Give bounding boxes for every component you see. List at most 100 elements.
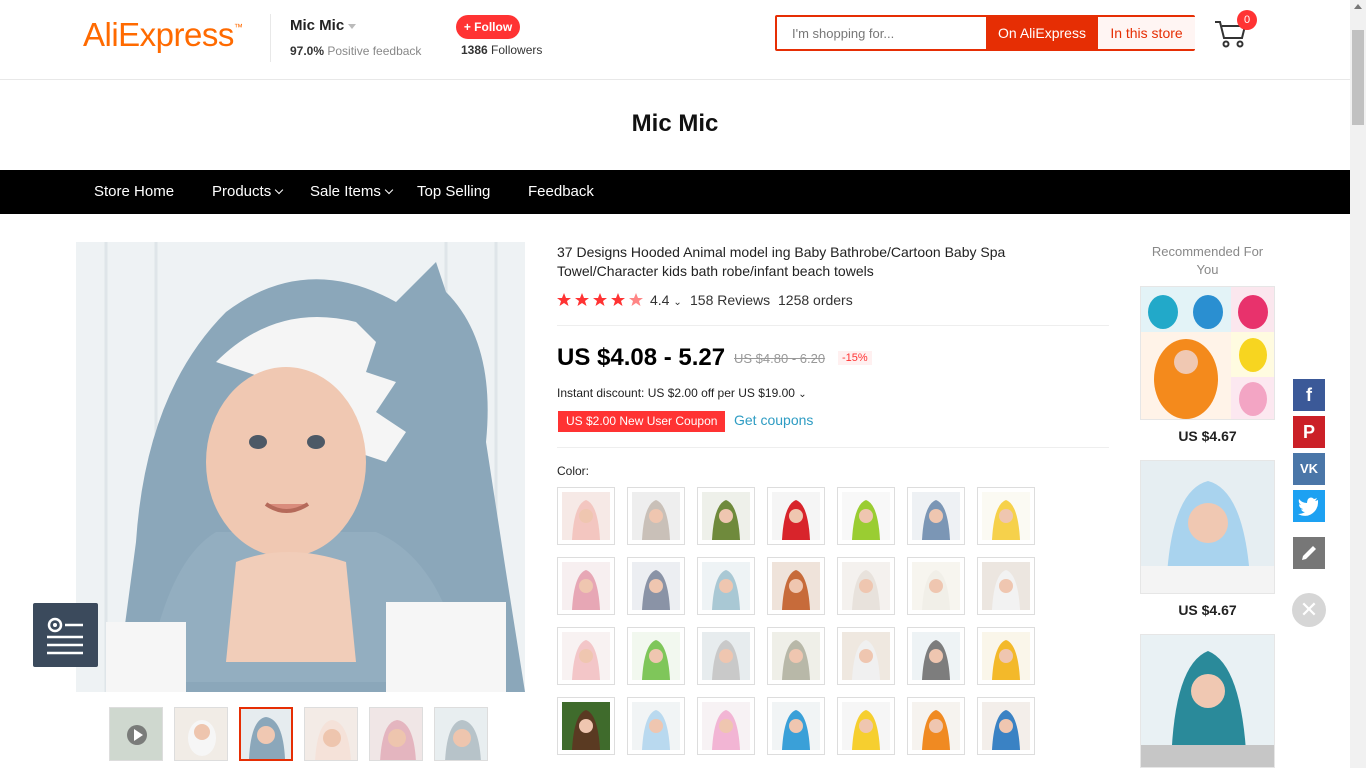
feedback-label: Positive feedback [327, 44, 422, 58]
color-swatch-image [562, 632, 610, 680]
twitter-icon [1298, 497, 1318, 516]
main-product-image[interactable] [76, 242, 525, 692]
color-swatch-image [982, 702, 1030, 750]
color-swatch[interactable] [977, 557, 1035, 615]
nav-store-home[interactable]: Store Home [94, 170, 174, 214]
color-swatch-image [562, 492, 610, 540]
baby-shark-robe-photo [76, 242, 525, 692]
thumbnail[interactable] [109, 707, 163, 761]
color-swatch-image [912, 702, 960, 750]
color-swatch-image [912, 632, 960, 680]
follow-button[interactable]: + Follow [456, 15, 520, 39]
color-swatch-image [562, 562, 610, 610]
pinterest-icon: P [1302, 422, 1315, 442]
get-coupons-link[interactable]: Get coupons [734, 412, 813, 428]
color-label: Color: [557, 464, 590, 478]
nav-label: Store Home [94, 183, 175, 200]
close-share-button[interactable]: ✕ [1292, 593, 1326, 627]
facebook-share-button[interactable]: f [1293, 379, 1325, 411]
thumbnail[interactable] [174, 707, 228, 761]
recommended-price: US $4.67 [1178, 428, 1237, 444]
color-swatch[interactable] [767, 487, 825, 545]
nav-label: Top Selling [417, 183, 491, 200]
color-swatch[interactable] [977, 627, 1035, 685]
color-swatch[interactable] [627, 487, 685, 545]
nav-top-selling[interactable]: Top Selling [417, 170, 490, 214]
instant-discount-text: Instant discount: US $2.00 off per US $1… [557, 386, 795, 400]
thumbnail[interactable] [304, 707, 358, 761]
color-swatch[interactable] [627, 697, 685, 755]
feedback-percent: 97.0% [290, 44, 325, 58]
color-swatch-image [562, 702, 610, 750]
settings-list-button[interactable] [33, 603, 98, 667]
thumbnail-selected[interactable] [239, 707, 293, 761]
scroll-up-icon[interactable] [1354, 4, 1362, 9]
new-user-coupon[interactable]: US $2.00 New User Coupon [558, 411, 726, 432]
color-swatch[interactable] [557, 697, 615, 755]
store-feedback: 97.0% Positive feedback [290, 44, 421, 58]
vk-share-button[interactable]: VK [1293, 453, 1325, 485]
color-swatch[interactable] [767, 627, 825, 685]
color-swatch[interactable] [697, 627, 755, 685]
color-swatch[interactable] [557, 487, 615, 545]
site-header: AliExpress™ Mic Mic 97.0% Positive feedb… [0, 0, 1350, 80]
recommended-item[interactable] [1140, 286, 1275, 420]
orders-count: 1258 orders [778, 292, 853, 308]
color-swatch[interactable] [907, 557, 965, 615]
twitter-share-button[interactable] [1293, 490, 1325, 522]
color-swatch-image [702, 492, 750, 540]
color-swatch[interactable] [767, 557, 825, 615]
rating-dropdown[interactable]: 4.4 ⌄ [650, 292, 682, 308]
color-swatch[interactable] [837, 697, 895, 755]
color-swatch[interactable] [907, 627, 965, 685]
caret-down-icon [348, 23, 357, 29]
recommended-item-image [1141, 461, 1274, 593]
reviews-link[interactable]: 158 Reviews [690, 292, 770, 308]
color-swatch-image [702, 562, 750, 610]
recommended-item[interactable] [1140, 460, 1275, 594]
color-swatch[interactable] [977, 697, 1035, 755]
recommended-item-image [1141, 287, 1274, 419]
search-box: On AliExpress In this store [775, 15, 1195, 51]
color-swatch[interactable] [557, 627, 615, 685]
color-swatch-image [842, 562, 890, 610]
scrollbar-thumb[interactable] [1352, 30, 1364, 125]
color-swatch[interactable] [977, 487, 1035, 545]
color-swatch[interactable] [627, 557, 685, 615]
color-swatch[interactable] [557, 557, 615, 615]
search-aliexpress-button[interactable]: On AliExpress [986, 15, 1098, 51]
color-swatch[interactable] [697, 487, 755, 545]
thumbnail[interactable] [369, 707, 423, 761]
pinterest-share-button[interactable]: P [1293, 416, 1325, 448]
followers-label: Followers [491, 43, 543, 57]
store-title: Mic Mic [631, 110, 719, 137]
search-input[interactable] [777, 17, 986, 49]
color-swatch[interactable] [837, 557, 895, 615]
cart-count-badge: 0 [1237, 10, 1257, 30]
instant-discount[interactable]: Instant discount: US $2.00 off per US $1… [557, 386, 807, 400]
recommended-item[interactable] [1140, 634, 1275, 768]
store-name-dropdown[interactable]: Mic Mic [290, 17, 357, 34]
recommended-item-image [1141, 635, 1274, 767]
divider [557, 325, 1109, 326]
color-swatch[interactable] [627, 627, 685, 685]
recommended-title: Recommended For You [1151, 244, 1264, 277]
store-name: Mic Mic [290, 17, 345, 34]
nav-products[interactable]: Products [212, 170, 284, 214]
edit-button[interactable] [1293, 537, 1325, 569]
color-swatch[interactable] [837, 627, 895, 685]
color-swatch[interactable] [697, 557, 755, 615]
color-swatch[interactable] [907, 697, 965, 755]
aliexpress-logo[interactable]: AliExpress™ [83, 16, 243, 54]
color-swatch[interactable] [767, 697, 825, 755]
color-swatch-image [772, 562, 820, 610]
search-store-button[interactable]: In this store [1098, 17, 1195, 49]
color-swatch[interactable] [697, 697, 755, 755]
page: AliExpress™ Mic Mic 97.0% Positive feedb… [0, 0, 1366, 768]
chevron-down-icon [384, 185, 394, 195]
nav-feedback[interactable]: Feedback [528, 170, 594, 214]
thumbnail[interactable] [434, 707, 488, 761]
nav-sale-items[interactable]: Sale Items [310, 170, 394, 214]
color-swatch[interactable] [837, 487, 895, 545]
color-swatch[interactable] [907, 487, 965, 545]
